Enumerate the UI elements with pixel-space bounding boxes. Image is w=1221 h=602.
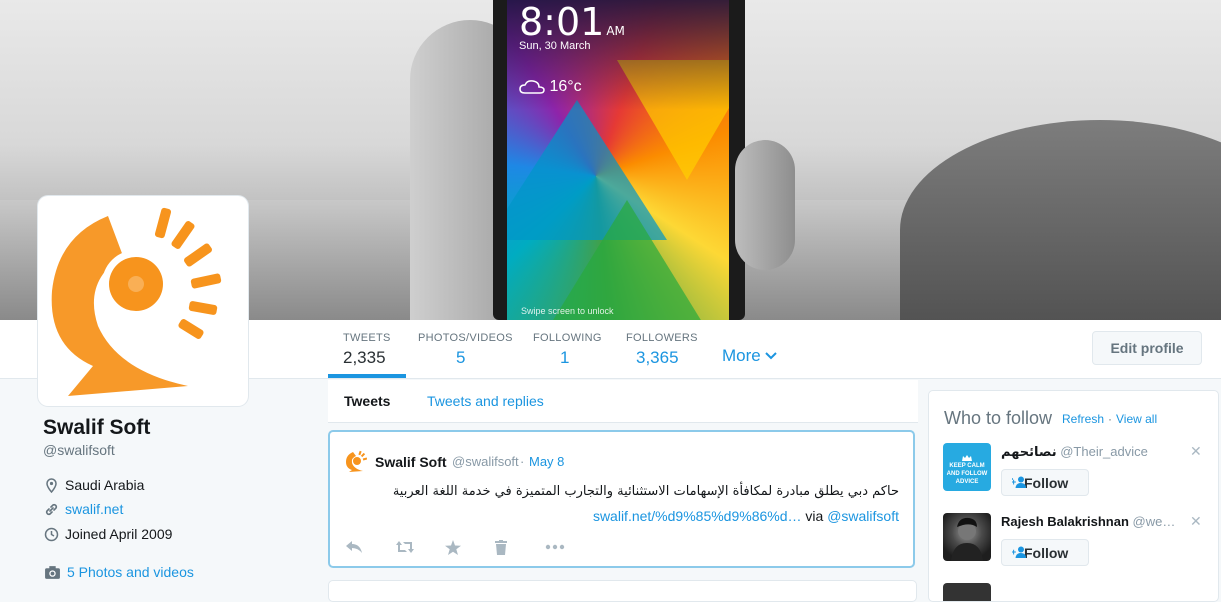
next-tweet-card[interactable] xyxy=(328,580,917,602)
more-menu[interactable]: More xyxy=(722,346,778,366)
profile-name[interactable]: Swalif Soft xyxy=(43,416,150,440)
tweet-url[interactable]: swalif.net/%d9%85%d9%86%d… xyxy=(593,508,802,524)
tweet-handle[interactable]: @swalifsoft xyxy=(452,454,519,469)
reply-icon[interactable] xyxy=(345,540,395,559)
who-to-follow-title: Who to follow xyxy=(944,408,1053,428)
banner-thumb xyxy=(735,140,795,270)
phone-swipe-hint: Swipe screen to unlock xyxy=(521,306,614,316)
add-user-icon: + xyxy=(1011,546,1026,561)
tab-tweets-and-replies[interactable]: Tweets and replies xyxy=(427,393,544,409)
follow-label: Follow xyxy=(1024,474,1069,491)
avatar-caption: KEEP CALM AND FOLLOW ADVICE xyxy=(946,463,988,485)
dismiss-icon[interactable]: ✕ xyxy=(1190,443,1202,460)
stat-label: TWEETS xyxy=(343,332,391,344)
refresh-link[interactable]: Refresh xyxy=(1062,412,1104,426)
stat-label: FOLLOWERS xyxy=(626,332,698,344)
location-text: Saudi Arabia xyxy=(65,477,145,493)
profile-handle[interactable]: @swalifsoft xyxy=(43,442,115,458)
phone-screen: 8:01 AM Sun, 30 March 16°c Swipe screen t… xyxy=(507,0,729,320)
link-icon xyxy=(45,503,58,515)
photos-videos-link[interactable]: 5 Photos and videos xyxy=(67,564,194,580)
clock-icon xyxy=(44,527,59,541)
delete-trash-icon[interactable] xyxy=(495,540,545,559)
camera-icon xyxy=(45,565,60,579)
tweet-card[interactable]: Swalif Soft @swalifsoft · May 8 حاكم دبي… xyxy=(328,430,915,568)
phone-date: Sun, 30 March xyxy=(519,40,591,52)
location-row: Saudi Arabia xyxy=(44,477,144,493)
banner-phone: 8:01 AM Sun, 30 March 16°c Swipe screen t… xyxy=(493,0,745,320)
svg-text:+: + xyxy=(1012,477,1016,487)
dismiss-icon[interactable]: ✕ xyxy=(1190,513,1202,530)
cloud-icon xyxy=(519,79,545,94)
stat-label: PHOTOS/VIDEOS xyxy=(418,332,513,344)
retweet-icon[interactable] xyxy=(395,540,445,559)
follow-button[interactable]: + Follow xyxy=(1001,539,1089,566)
timeline-tabs: Tweets Tweets and replies xyxy=(328,380,918,423)
crown-icon xyxy=(962,455,972,461)
svg-text:+: + xyxy=(1012,547,1016,557)
wtf-separator: · xyxy=(1108,412,1112,426)
tweet-actions xyxy=(345,540,595,559)
favorite-star-icon[interactable] xyxy=(445,540,495,559)
stat-followers[interactable]: FOLLOWERS 3,365 xyxy=(626,332,698,368)
more-dots-icon[interactable] xyxy=(545,540,595,559)
phone-weather: 16°c xyxy=(519,78,582,96)
add-user-icon: + xyxy=(1011,476,1026,491)
stat-label: FOLLOWING xyxy=(533,332,602,344)
website-link[interactable]: swalif.net xyxy=(65,501,123,517)
stat-following[interactable]: FOLLOWING 1 xyxy=(533,332,602,368)
photos-row: 5 Photos and videos xyxy=(44,564,194,580)
location-icon xyxy=(46,477,57,493)
joined-row: Joined April 2009 xyxy=(44,526,172,542)
swalif-logo xyxy=(51,207,222,396)
stat-value: 1 xyxy=(560,348,570,367)
tab-tweets[interactable]: Tweets xyxy=(344,393,390,409)
stat-value: 2,335 xyxy=(343,348,386,367)
tweet-mention[interactable]: @swalifsoft xyxy=(827,508,899,524)
stat-value: 3,365 xyxy=(636,348,679,367)
suggestion-name[interactable]: نصائحهم xyxy=(1001,445,1057,460)
suggestion-avatar[interactable] xyxy=(943,513,991,561)
suggestion-name-row: نصائحهم @Their_advice xyxy=(1001,444,1148,460)
who-to-follow-module: Who to follow Refresh · View all KEEP CA… xyxy=(928,390,1219,602)
joined-text: Joined April 2009 xyxy=(65,526,173,542)
tweet-separator: · xyxy=(520,454,525,469)
suggestion-handle[interactable]: @we… xyxy=(1133,514,1176,529)
suggestion-avatar[interactable]: KEEP CALM AND FOLLOW ADVICE xyxy=(943,443,991,491)
suggestion-name-row: Rajesh Balakrishnan @we… xyxy=(1001,514,1175,529)
tweet-link-line: swalif.net/%d9%85%d9%86%d… via @swalifso… xyxy=(593,508,899,524)
tweet-avatar[interactable] xyxy=(345,450,367,472)
suggestion-avatar[interactable] xyxy=(943,583,991,601)
follow-button[interactable]: + Follow xyxy=(1001,469,1089,496)
tweet-author[interactable]: Swalif Soft xyxy=(375,454,447,470)
edit-profile-button[interactable]: Edit profile xyxy=(1092,331,1202,365)
tweet-text: حاكم دبي يطلق مبادرة لمكافأة الإسهامات ا… xyxy=(392,484,899,499)
banner-hill xyxy=(900,120,1221,320)
view-all-link[interactable]: View all xyxy=(1116,412,1157,426)
suggestion-name[interactable]: Rajesh Balakrishnan xyxy=(1001,514,1129,529)
stat-tweets[interactable]: TWEETS 2,335 xyxy=(328,332,406,378)
phone-clock: 8:01 AM xyxy=(519,0,625,44)
chevron-down-icon xyxy=(765,352,778,360)
tweet-date[interactable]: May 8 xyxy=(529,454,564,469)
follow-label: Follow xyxy=(1024,544,1069,561)
tweet-via: via xyxy=(805,508,824,524)
person-photo xyxy=(951,517,983,561)
profile-avatar[interactable] xyxy=(38,196,248,406)
stat-photos-videos[interactable]: PHOTOS/VIDEOS 5 xyxy=(418,332,513,368)
website-row: swalif.net xyxy=(44,501,123,517)
stat-value: 5 xyxy=(456,348,466,367)
suggestion-handle[interactable]: @Their_advice xyxy=(1060,444,1148,459)
more-label: More xyxy=(722,346,761,365)
